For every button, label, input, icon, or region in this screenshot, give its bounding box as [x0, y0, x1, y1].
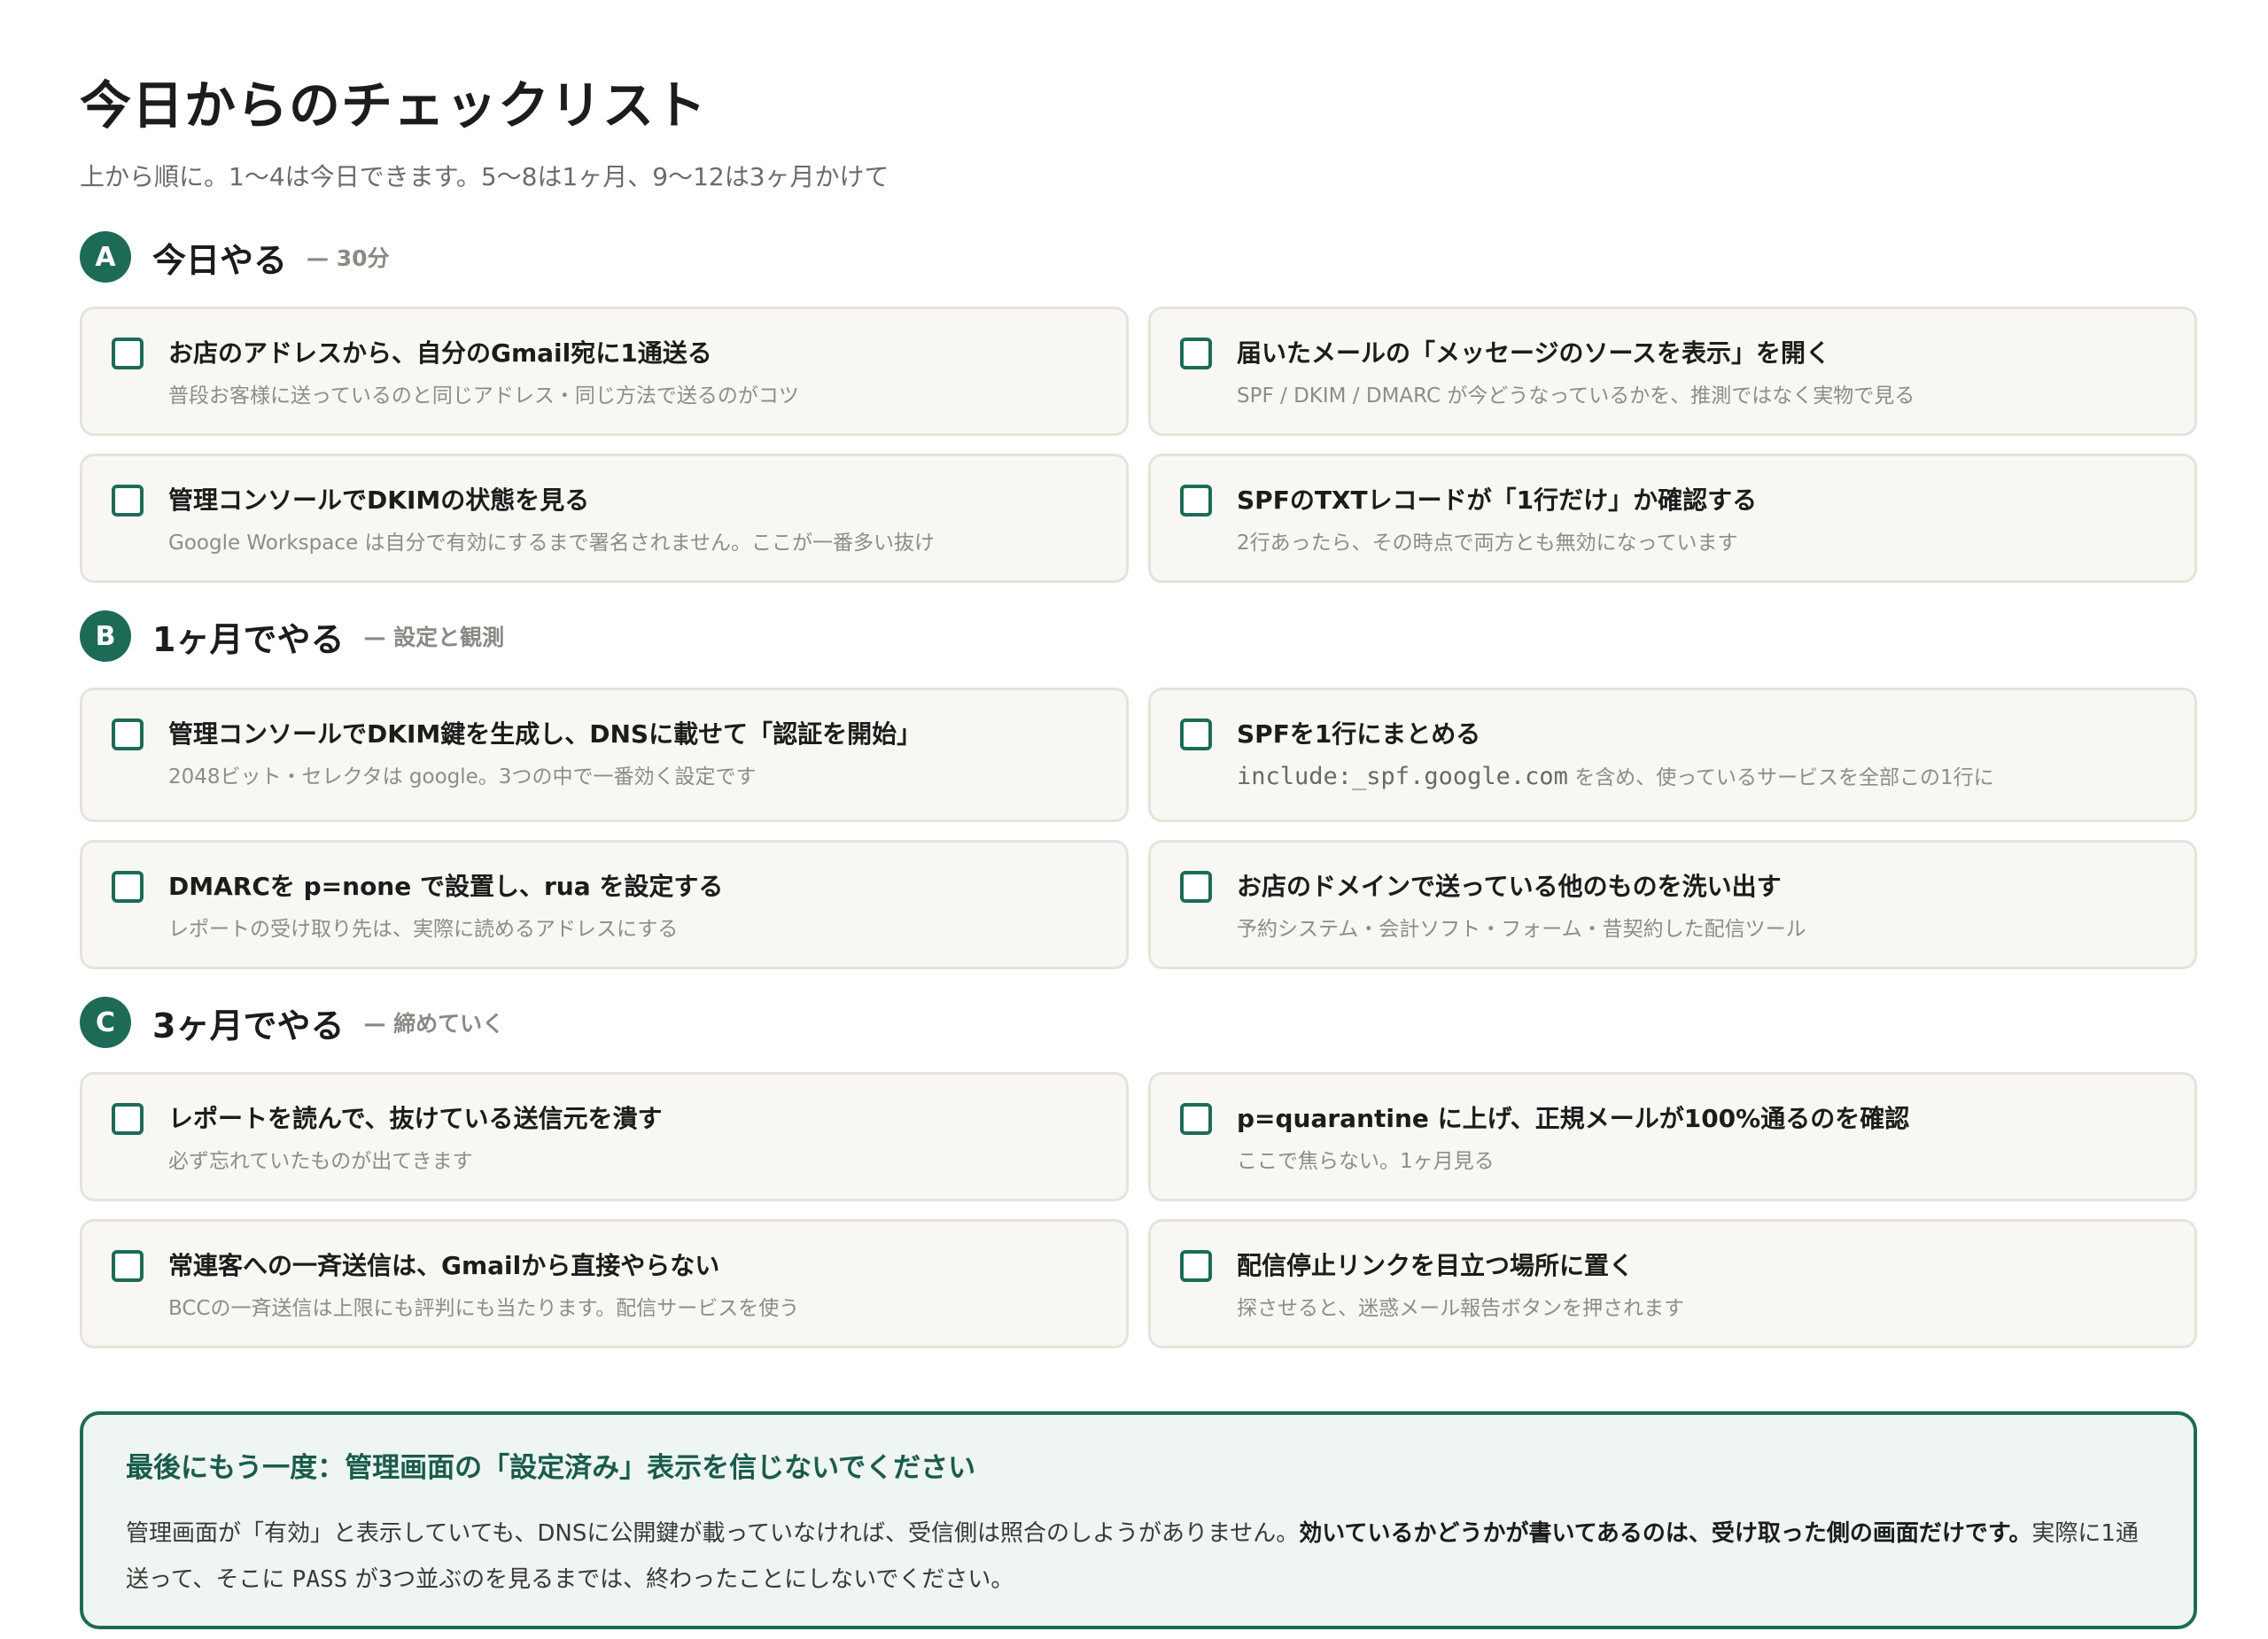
- item-description: 探させると、迷惑メール報告ボタンを押されます: [1237, 1297, 1685, 1320]
- checklist-grid: お店のアドレスから、自分のGmail宛に1通送る 普段お客様に送っているのと同じ…: [80, 307, 2197, 583]
- checklist-item[interactable]: SPFを1行にまとめる include:_spf.google.com を含め、…: [1148, 687, 2197, 822]
- item-title: レポートを読んで、抜けている送信元を潰す: [168, 1104, 663, 1133]
- section-note: — 設定と観測: [363, 625, 505, 650]
- item-description: BCCの一斉送信は上限にも評判にも当たります。配信サービスを使う: [168, 1297, 800, 1320]
- warning-callout: 最後にもう一度：管理画面の「設定済み」表示を信じないでください 管理画面が「有効…: [80, 1411, 2197, 1629]
- checkbox[interactable]: [112, 1250, 144, 1282]
- callout-title: 最後にもう一度：管理画面の「設定済み」表示を信じないでください: [126, 1452, 976, 1484]
- item-description: 予約システム・会計ソフト・フォーム・昔契約した配信ツール: [1237, 918, 1806, 941]
- checklist-item[interactable]: 届いたメールの「メッセージのソースを表示」を開く SPF / DKIM / DM…: [1148, 307, 2197, 436]
- section-header: B 1ヶ月でやる — 設定と観測: [80, 610, 2197, 663]
- checklist-item[interactable]: SPFのTXTレコードが「1行だけ」か確認する 2行あったら、その時点で両方とも…: [1148, 454, 2197, 583]
- item-description: 必ず忘れていたものが出てきます: [168, 1150, 473, 1173]
- section-a: A 今日やる — 30分 お店のアドレスから、自分のGmail宛に1通送る 普段…: [80, 230, 2197, 583]
- item-title: お店のドメインで送っている他のものを洗い出す: [1237, 872, 1782, 901]
- checklist-item[interactable]: DMARCを p=none で設置し、rua を設定する レポートの受け取り先は…: [80, 840, 1129, 969]
- checkbox[interactable]: [112, 871, 144, 903]
- checkbox[interactable]: [1180, 1250, 1212, 1282]
- item-description: 2行あったら、その時点で両方とも無効になっています: [1237, 532, 1738, 555]
- checklist-item[interactable]: お店のアドレスから、自分のGmail宛に1通送る 普段お客様に送っているのと同じ…: [80, 307, 1129, 436]
- item-description: SPF / DKIM / DMARC が今どうなっているかを、推測ではなく実物で…: [1237, 385, 1915, 408]
- checkbox[interactable]: [1180, 719, 1212, 750]
- callout-text: が3つ並ぶのを見るまでは、終わったことにしないでください。: [354, 1566, 1014, 1593]
- item-title: 配信停止リンクを目立つ場所に置く: [1237, 1251, 1635, 1280]
- item-title: DMARCを p=none で設置し、rua を設定する: [168, 872, 724, 901]
- item-title: SPFを1行にまとめる: [1237, 719, 1481, 749]
- item-title: SPFのTXTレコードが「1行だけ」か確認する: [1237, 485, 1758, 515]
- code-snippet: include:_spf.google.com: [1237, 763, 1568, 790]
- item-title: 常連客への一斉送信は、Gmailから直接やらない: [168, 1251, 720, 1280]
- section-title: 1ヶ月でやる: [152, 619, 345, 659]
- checklist-page: 今日からのチェックリスト 上から順に。1〜4は今日できます。5〜8は1ヶ月、9〜…: [0, 0, 2268, 1639]
- checkbox[interactable]: [1180, 338, 1212, 369]
- item-description: 普段お客様に送っているのと同じアドレス・同じ方法で送るのがコツ: [168, 385, 799, 408]
- callout-body: 管理画面が「有効」と表示していても、DNSに公開鍵が載っていなければ、受信側は照…: [126, 1511, 2151, 1603]
- item-title: p=quarantine に上げ、正規メールが100%通るのを確認: [1237, 1104, 1910, 1133]
- checklist-grid: レポートを読んで、抜けている送信元を潰す 必ず忘れていたものが出てきます p=q…: [80, 1072, 2197, 1348]
- checklist-item[interactable]: 管理コンソールでDKIMの状態を見る Google Workspace は自分で…: [80, 454, 1129, 583]
- checkbox[interactable]: [112, 719, 144, 750]
- section-badge: C: [80, 997, 131, 1048]
- checkbox[interactable]: [112, 338, 144, 369]
- item-title: 管理コンソールでDKIM鍵を生成し、DNSに載せて「認証を開始」: [168, 719, 922, 749]
- section-note: — 30分: [307, 245, 390, 271]
- section-title: 今日やる: [152, 240, 288, 280]
- item-description: レポートの受け取り先は、実際に読めるアドレスにする: [168, 918, 679, 941]
- item-description: include:_spf.google.com を含め、使っているサービスを全部…: [1237, 761, 1994, 794]
- item-description: ここで焦らない。1ヶ月見る: [1237, 1150, 1495, 1173]
- section-badge: B: [80, 610, 131, 662]
- checklist-item[interactable]: 常連客への一斉送信は、Gmailから直接やらない BCCの一斉送信は上限にも評判…: [80, 1219, 1129, 1348]
- checklist-item[interactable]: 配信停止リンクを目立つ場所に置く 探させると、迷惑メール報告ボタンを押されます: [1148, 1219, 2197, 1348]
- checkbox[interactable]: [1180, 1103, 1212, 1135]
- section-badge: A: [80, 231, 131, 283]
- callout-code: PASS: [291, 1566, 348, 1593]
- checkbox[interactable]: [1180, 485, 1212, 517]
- page-title: 今日からのチェックリスト: [80, 75, 708, 136]
- callout-emphasis: 効いているかどうかが書いてあるのは、受け取った側の画面だけです。: [1299, 1520, 2032, 1547]
- callout-text: 管理画面が「有効」と表示していても、DNSに公開鍵が載っていなければ、受信側は照…: [126, 1520, 1300, 1547]
- item-title: 管理コンソールでDKIMの状態を見る: [168, 485, 590, 515]
- checkbox[interactable]: [112, 1103, 144, 1135]
- section-b: B 1ヶ月でやる — 設定と観測 管理コンソールでDKIM鍵を生成し、DNSに載…: [80, 610, 2197, 969]
- checklist-grid: 管理コンソールでDKIM鍵を生成し、DNSに載せて「認証を開始」 2048ビット…: [80, 687, 2197, 969]
- checklist-item[interactable]: お店のドメインで送っている他のものを洗い出す 予約システム・会計ソフト・フォーム…: [1148, 840, 2197, 969]
- checklist-item[interactable]: レポートを読んで、抜けている送信元を潰す 必ず忘れていたものが出てきます: [80, 1072, 1129, 1201]
- section-header: C 3ヶ月でやる — 締めていく: [80, 996, 2197, 1049]
- section-note: — 締めていく: [363, 1011, 505, 1037]
- checklist-item[interactable]: p=quarantine に上げ、正規メールが100%通るのを確認 ここで焦らな…: [1148, 1072, 2197, 1201]
- item-title: お店のアドレスから、自分のGmail宛に1通送る: [168, 338, 712, 368]
- section-c: C 3ヶ月でやる — 締めていく レポートを読んで、抜けている送信元を潰す 必ず…: [80, 996, 2197, 1348]
- item-description: 2048ビット・セレクタは google。3つの中で一番効く設定です: [168, 765, 757, 788]
- checklist-item[interactable]: 管理コンソールでDKIM鍵を生成し、DNSに載せて「認証を開始」 2048ビット…: [80, 687, 1129, 822]
- item-description: Google Workspace は自分で有効にするまで署名されません。ここが一…: [168, 532, 935, 555]
- checkbox[interactable]: [112, 485, 144, 517]
- item-description-text: を含め、使っているサービスを全部この1行に: [1574, 766, 1994, 789]
- item-title: 届いたメールの「メッセージのソースを表示」を開く: [1237, 338, 1831, 368]
- page-subtitle: 上から順に。1〜4は今日できます。5〜8は1ヶ月、9〜12は3ヶ月かけて: [80, 162, 889, 191]
- section-header: A 今日やる — 30分: [80, 230, 2197, 284]
- section-title: 3ヶ月でやる: [152, 1006, 345, 1045]
- checkbox[interactable]: [1180, 871, 1212, 903]
